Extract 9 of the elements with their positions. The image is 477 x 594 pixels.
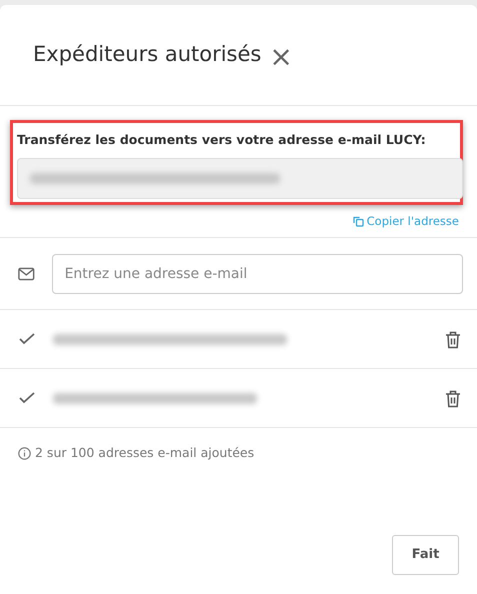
info-text: 2 sur 100 adresses e-mail ajoutées [35,444,254,462]
envelope-icon [18,266,35,280]
field-label: Transférez les documents vers votre adresse e-mail LUCY: [17,131,427,149]
copy-icon [352,216,364,227]
info-icon [18,446,31,460]
email-input[interactable]: Entrez une adresse e-mail [52,254,463,294]
close-button[interactable]: × [269,43,293,71]
done-button[interactable]: Fait [392,535,459,575]
dialog-title: Expéditeurs autorisés [33,41,262,68]
